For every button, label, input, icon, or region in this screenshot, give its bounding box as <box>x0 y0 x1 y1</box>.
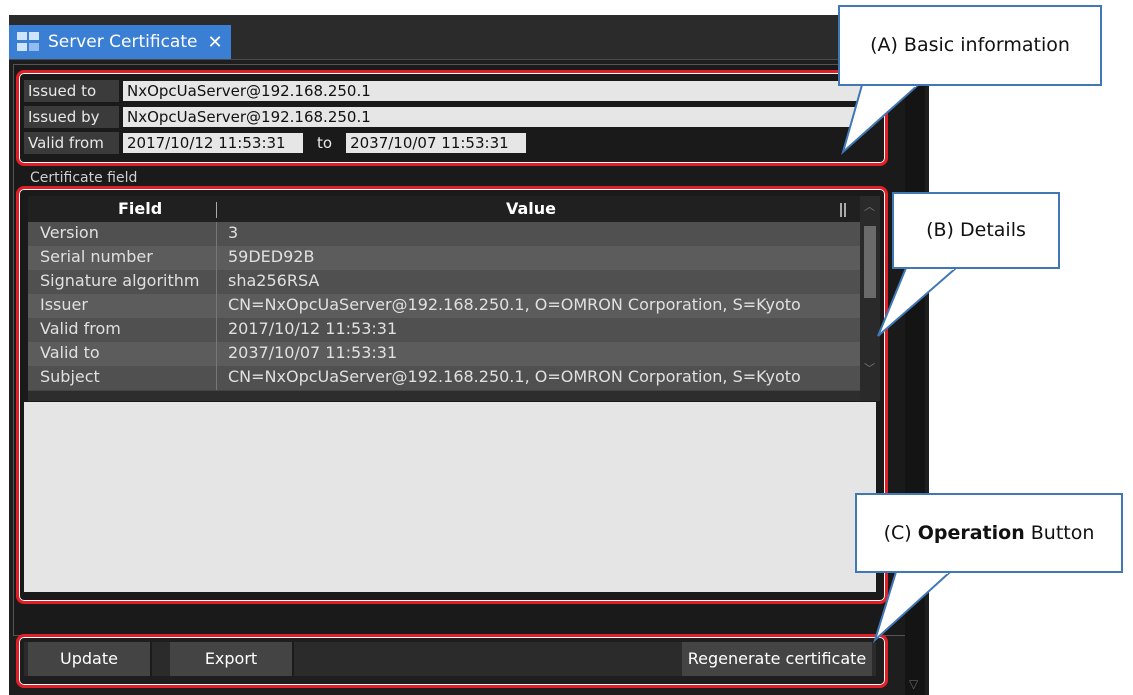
callout-c-suffix: Button <box>1024 522 1095 544</box>
callout-pointers <box>841 83 959 644</box>
callout-b-text: (B) Details <box>926 219 1026 241</box>
callout-operation-button: (C) Operation Button <box>855 493 1123 573</box>
callout-a-text: (A) Basic information <box>870 34 1070 56</box>
callout-c-prefix: (C) <box>883 522 918 544</box>
callout-details: (B) Details <box>892 192 1060 269</box>
callout-c-bold: Operation <box>917 522 1025 544</box>
callout-basic-information: (A) Basic information <box>838 5 1102 86</box>
